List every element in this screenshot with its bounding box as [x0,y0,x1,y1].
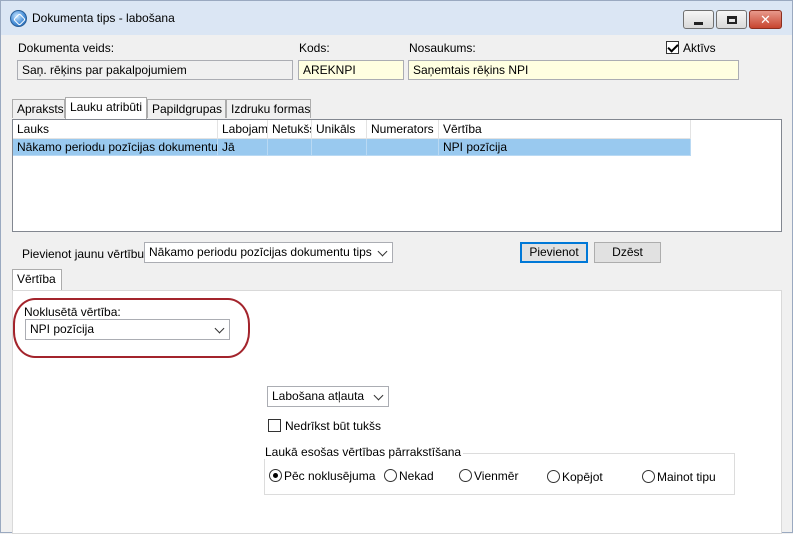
tab-vertiba[interactable]: Vērtība [12,269,62,291]
column-header[interactable]: Vērtība [439,120,691,139]
radio-default[interactable] [269,469,282,482]
not-empty-checkbox[interactable] [268,419,281,432]
add-value-select[interactable]: Nākamo periodu pozīcijas dokumentu tips [144,242,393,263]
column-header[interactable]: Labojams [218,120,268,139]
active-label: Aktīvs [683,41,716,55]
column-header[interactable]: Unikāls [312,120,367,139]
radio-copying[interactable] [547,470,560,483]
radio-type-change-label: Mainot tipu [657,470,716,484]
tab-papildgrupas[interactable]: Papildgrupas [147,99,226,118]
not-empty-label: Nedrīkst būt tukšs [285,419,382,433]
chevron-down-icon [377,246,388,257]
maximize-button[interactable] [716,10,747,29]
radio-always[interactable] [459,469,472,482]
doc-type-label: Dokumenta veids: [18,41,115,55]
edit-mode-select[interactable]: Labošana atļauta [267,386,389,407]
edit-mode-selected: Labošana atļauta [272,389,365,403]
maximize-icon [726,15,737,24]
table-cell [268,139,312,156]
table-cell [367,139,439,156]
table-cell: Jā [218,139,268,156]
fields-grid[interactable]: Lauks Labojams Netukšs Unikāls Numerator… [12,119,782,232]
add-value-selected: Nākamo periodu pozīcijas dokumentu tips [149,245,372,259]
highlight-annotation [13,298,250,358]
radio-default-label: Pēc noklusējuma [284,469,376,483]
grid-header: Lauks Labojams Netukšs Unikāls Numerator… [13,120,781,139]
radio-always-label: Vienmēr [474,469,519,483]
value-tabs: Vērtība [12,269,72,291]
active-checkbox[interactable] [666,41,679,54]
window-title: Dokumenta tips - labošana [32,11,175,25]
name-field[interactable]: Saņemtais rēķins NPI [408,60,739,80]
add-button[interactable]: Pievienot [520,242,588,263]
radio-type-change[interactable] [642,470,655,483]
minimize-icon [694,21,703,25]
main-tabs: Apraksts Lauku atribūti Papildgrupas Izd… [12,97,792,119]
table-cell: Nākamo periodu pozīcijas dokumentu tips [13,139,218,156]
add-value-label: Pievienot jaunu vērtību: [22,247,148,261]
column-header[interactable]: Lauks [13,120,218,139]
tab-lauku-atributi[interactable]: Lauku atribūti [65,97,147,119]
chevron-down-icon [373,390,384,401]
column-header[interactable]: Netukšs [268,120,312,139]
app-icon [10,10,27,27]
code-label: Kods: [299,41,330,55]
document-type-window: Dokumenta tips - labošana ✕ Dokumenta ve… [0,0,793,534]
radio-never-label: Nekad [399,469,434,483]
tab-izdruku-formas[interactable]: Izdruku formas [226,99,311,118]
doc-type-field[interactable]: Saņ. rēķins par pakalpojumiem [17,60,293,80]
radio-never[interactable] [384,469,397,482]
radio-copying-label: Kopējot [562,470,603,484]
table-cell: NPI pozīcija [439,139,691,156]
title-bar[interactable]: Dokumenta tips - labošana ✕ [1,1,792,35]
name-label: Nosaukums: [409,41,476,55]
tab-apraksts[interactable]: Apraksts [12,99,65,118]
delete-button[interactable]: Dzēst [594,242,661,263]
table-cell [312,139,367,156]
close-button[interactable]: ✕ [749,10,782,29]
minimize-button[interactable] [683,10,714,29]
overwrite-group-title: Laukā esošas vērtības pārrakstīšana [263,445,464,459]
close-icon: ✕ [760,12,771,27]
column-header[interactable]: Numerators [367,120,439,139]
code-field[interactable]: AREKNPI [298,60,404,80]
